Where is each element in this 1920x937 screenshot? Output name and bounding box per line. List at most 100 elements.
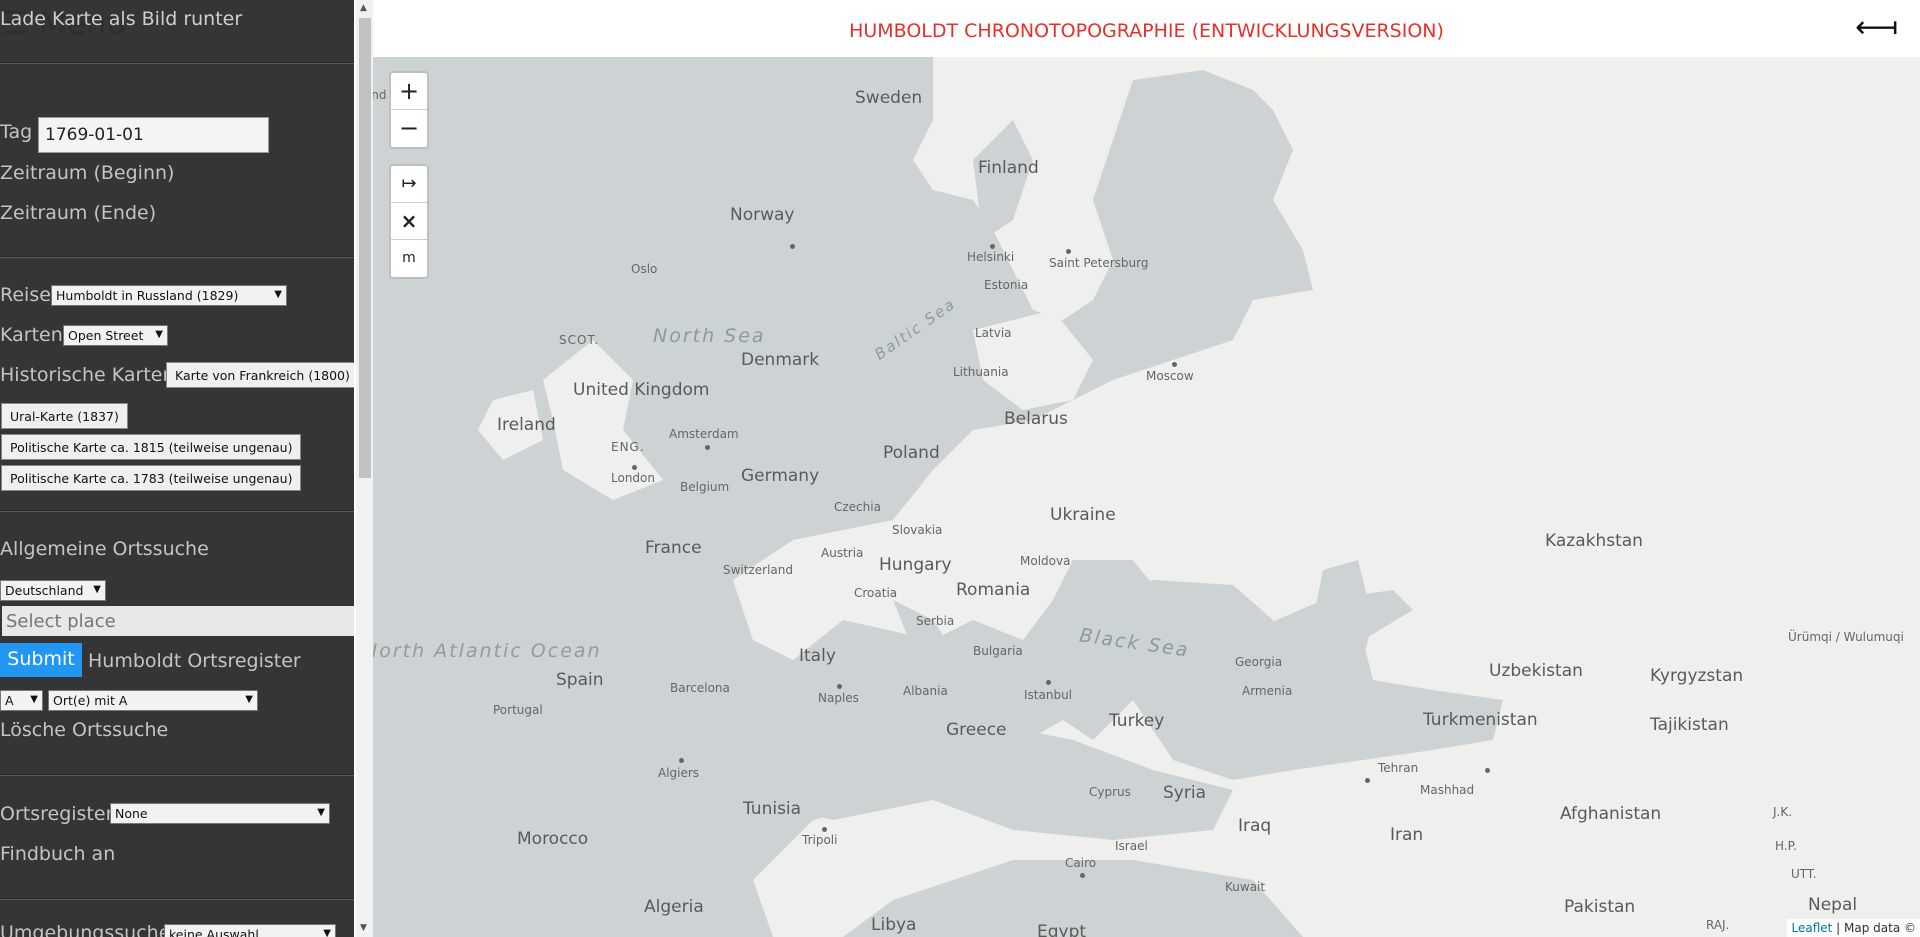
map-label-country: United Kingdom	[573, 380, 710, 400]
map-label-country: Syria	[1163, 783, 1206, 803]
map-label-city: Portugal	[493, 703, 543, 717]
unit-toggle-button[interactable]: m	[391, 240, 427, 277]
scroll-down-icon[interactable]: ▼	[360, 923, 367, 933]
city-marker	[837, 684, 842, 689]
map-label-country: Afghanistan	[1560, 804, 1662, 824]
places-by-letter-select[interactable]: Ort(e) mit A ▼	[48, 690, 258, 711]
page-title: HUMBOLDT CHRONOTOPOGRAPHIE (ENTWICKLUNGS…	[849, 20, 1444, 42]
sidebar: ☰ Menu Lade Karte als Bild runter Tag Ze…	[0, 0, 354, 937]
date-label: Tag	[0, 121, 33, 143]
map-label-country: Iran	[1390, 825, 1424, 845]
humboldt-register-label: Humboldt Ortsregister	[88, 650, 301, 672]
download-map-link[interactable]: Lade Karte als Bild runter	[0, 8, 242, 30]
map-label-country: Poland	[883, 443, 940, 463]
city-marker	[1080, 873, 1085, 878]
map-label-city: Armenia	[1242, 684, 1293, 698]
map-label-city: Austria	[821, 546, 864, 560]
map-label-region: UTT.	[1791, 867, 1817, 881]
map-attribution: Leaflet | Map data ©	[1787, 919, 1920, 937]
map-label-country: Norway	[730, 205, 795, 225]
map-label-country: Morocco	[517, 829, 589, 849]
map-label-city: Kuwait	[1225, 880, 1266, 894]
map-label-country: Turkey	[1109, 711, 1165, 731]
map-label-country: Algeria	[644, 897, 704, 917]
map-label-city: Cairo	[1065, 856, 1097, 870]
historic-map-1815-button[interactable]: Politische Karte ca. 1815 (teilweise ung…	[1, 434, 302, 460]
map-label-city: Barcelona	[670, 681, 730, 695]
clear-search-link[interactable]: Lösche Ortssuche	[0, 719, 168, 741]
city-marker	[790, 244, 795, 249]
historic-map-ural-button[interactable]: Ural-Karte (1837)	[1, 403, 128, 429]
divider	[0, 256, 354, 258]
chevron-down-icon: ▼	[323, 928, 331, 937]
range-end-label[interactable]: Zeitraum (Ende)	[0, 202, 156, 224]
city-marker	[1046, 680, 1051, 685]
scroll-up-icon[interactable]: ▲	[360, 3, 367, 13]
zoom-out-button[interactable]: −	[391, 110, 427, 147]
map-label-city: Cyprus	[1089, 785, 1131, 799]
map-label-city: Czechia	[834, 500, 881, 514]
vicinity-search-select[interactable]: keine Auswahl ▼	[164, 924, 336, 937]
measure-icon[interactable]: ↦	[391, 166, 427, 203]
map-label-country: Nepal	[1808, 895, 1858, 915]
map-label-city: Ürümqi / Wulumuqi	[1788, 630, 1904, 644]
map-label-country: Kyrgyzstan	[1650, 666, 1744, 686]
map-label-city: Serbia	[916, 614, 955, 628]
map-label-country: Belarus	[1004, 409, 1068, 429]
place-register-select[interactable]: None ▼	[110, 803, 330, 824]
chevron-down-icon: ▼	[317, 807, 325, 818]
submit-button[interactable]: Submit	[0, 643, 82, 677]
map-label-country: Tunisia	[743, 799, 802, 819]
map-label-city: Iceland	[373, 88, 387, 102]
vicinity-search-label: Umgebungssuche	[0, 922, 171, 937]
map-label-city: London	[611, 471, 655, 485]
map-label-country: Germany	[741, 466, 820, 486]
clear-measure-icon[interactable]: ×	[391, 203, 427, 240]
map-label-country: Turkmenistan	[1423, 710, 1538, 730]
map-label-country: Pakistan	[1564, 897, 1636, 917]
map[interactable]: Sweden Finland Norway Denmark United Kin…	[373, 0, 1920, 937]
map-label-city: Amsterdam	[669, 427, 739, 441]
zoom-in-button[interactable]: +	[391, 73, 427, 110]
map-label-region: SCOT.	[559, 333, 600, 347]
city-marker	[1066, 249, 1071, 254]
sidebar-scrollbar-thumb[interactable]	[359, 18, 371, 478]
historic-map-france-button[interactable]: Karte von Frankreich (1800)	[166, 362, 354, 388]
map-label-city: Georgia	[1235, 655, 1283, 669]
chevron-down-icon: ▼	[30, 694, 38, 705]
leaflet-link[interactable]: Leaflet	[1791, 921, 1832, 935]
place-search-input[interactable]	[2, 606, 354, 636]
journey-select[interactable]: Humboldt in Russland (1829) ▼	[51, 285, 287, 306]
map-label-city: Mashhad	[1420, 783, 1475, 797]
map-label-country: France	[645, 538, 702, 558]
finding-aid-toggle[interactable]: Findbuch an	[0, 843, 115, 865]
map-label-city: Saint Petersburg	[1049, 256, 1149, 270]
map-label-city: Oslo	[631, 262, 658, 276]
map-label-city: Moscow	[1146, 369, 1194, 383]
city-marker	[990, 244, 995, 249]
map-label-city: Bulgaria	[973, 644, 1023, 658]
map-label-city: Tripoli	[802, 833, 838, 847]
letter-select[interactable]: A ▼	[0, 690, 43, 711]
divider	[0, 62, 354, 64]
map-label-city: Belgium	[680, 480, 730, 494]
collapse-sidebar-icon[interactable]: ⟻	[1855, 10, 1898, 45]
map-label-sea: North Sea	[653, 325, 766, 347]
historic-map-1783-button[interactable]: Politische Karte ca. 1783 (teilweise ung…	[1, 465, 302, 491]
map-label-country: Italy	[799, 646, 836, 666]
attribution-text: | Map data ©	[1832, 921, 1916, 935]
map-label-region: H.P.	[1775, 839, 1797, 853]
date-input[interactable]	[38, 117, 269, 153]
map-label-sea: North Atlantic Ocean	[373, 640, 602, 662]
map-label-city: Helsinki	[967, 250, 1015, 264]
map-label-city: Estonia	[984, 278, 1029, 292]
maps-select[interactable]: Open Street ▼	[63, 325, 168, 346]
journey-label: Reise	[0, 284, 51, 306]
map-label-region: J.K.	[1773, 805, 1793, 819]
map-label-country: Finland	[978, 158, 1039, 178]
city-marker	[1485, 768, 1490, 773]
city-marker	[705, 445, 710, 450]
divider	[0, 898, 354, 900]
country-select[interactable]: Deutschland ▼	[0, 580, 106, 601]
range-begin-label[interactable]: Zeitraum (Beginn)	[0, 162, 174, 184]
